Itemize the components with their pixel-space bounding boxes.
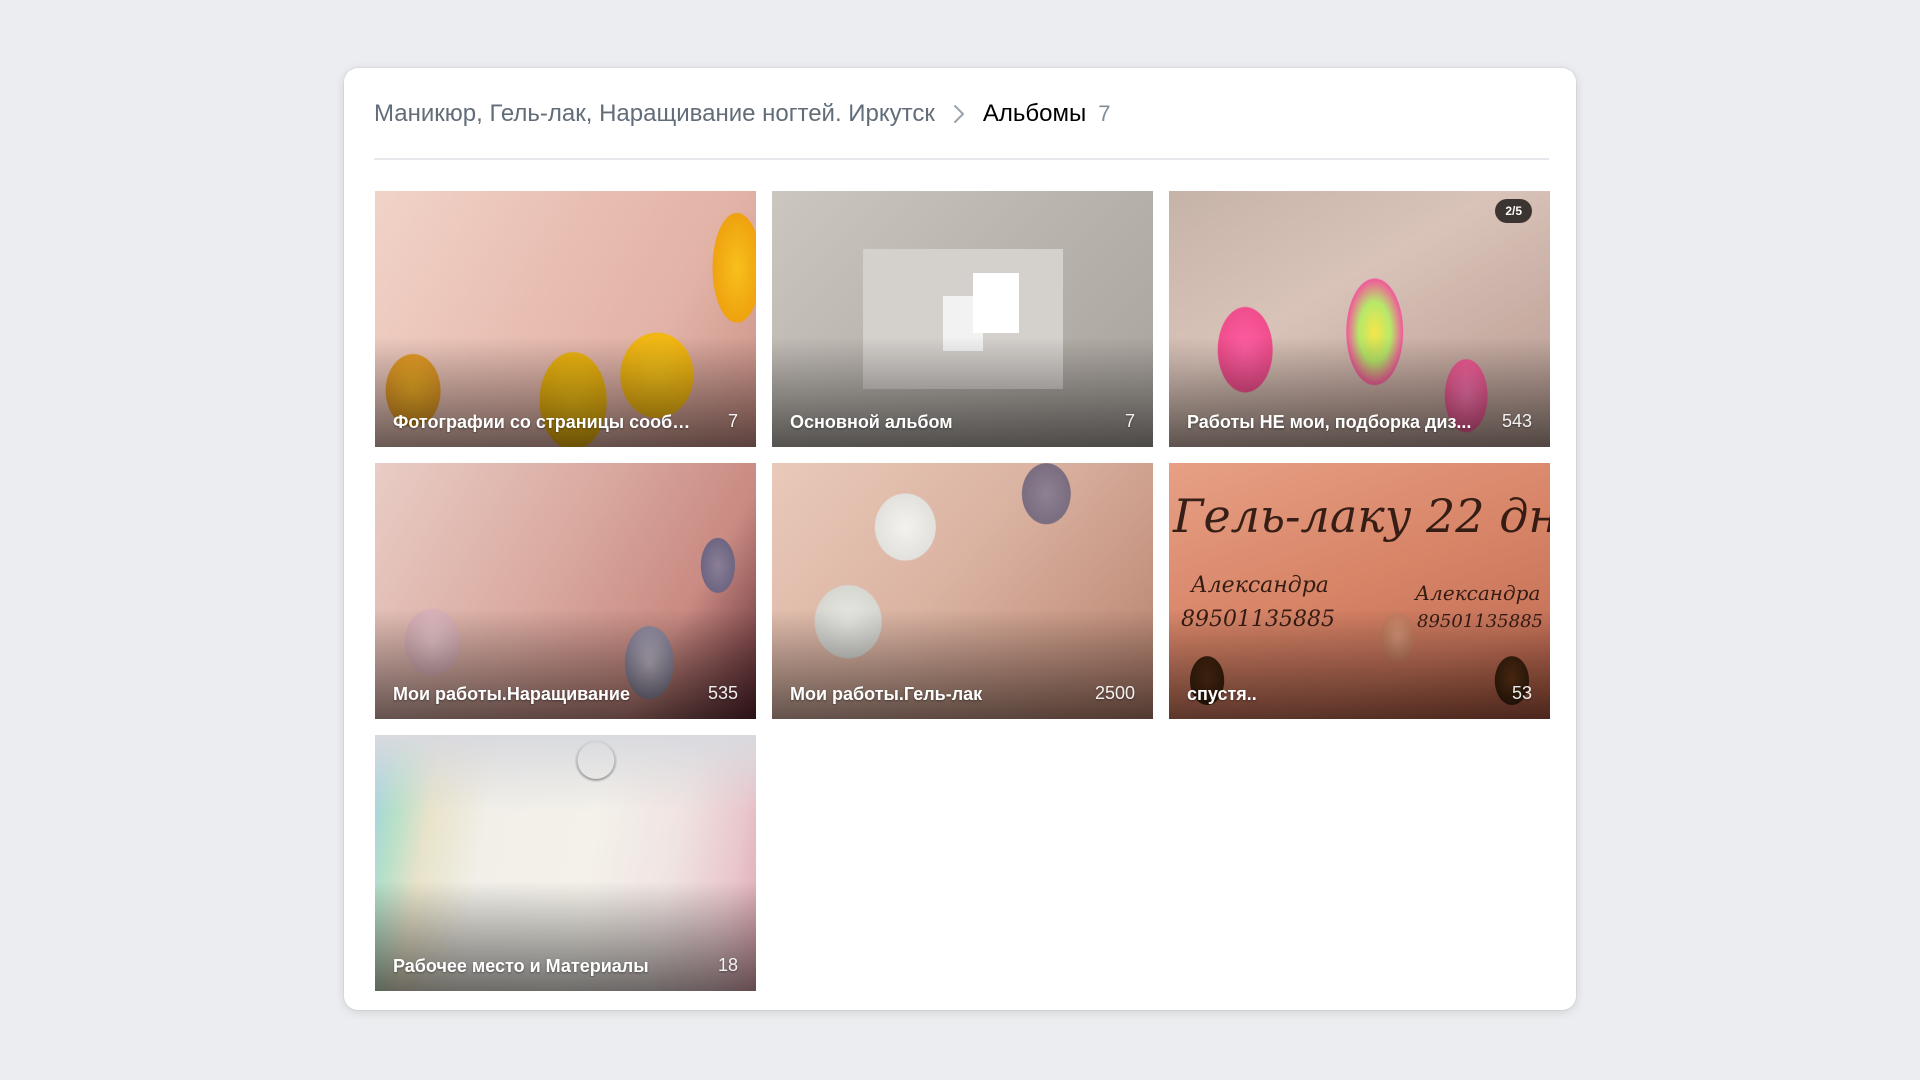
cover-script-name: Александра (1191, 573, 1329, 598)
cover-script-name: Александра (1415, 581, 1541, 605)
album-tile[interactable]: Мои работы.Гель-лак 2500 (772, 463, 1153, 719)
album-count: 53 (1511, 683, 1532, 703)
album-title: Работы НЕ мои, подборка диз... (1187, 412, 1472, 432)
albums-header: Маникюр, Гель-лак, Наращивание ногтей. И… (374, 68, 1549, 160)
album-count: 535 (707, 683, 738, 703)
albums-card: Маникюр, Гель-лак, Наращивание ногтей. И… (344, 68, 1576, 1010)
breadcrumb-current: Альбомы (982, 100, 1087, 127)
album-title: спустя.. (1187, 684, 1257, 704)
album-tile[interactable]: Основной альбом 7 (772, 191, 1153, 447)
album-title: Фотографии со страницы сообщ... (393, 412, 693, 432)
album-tile[interactable]: 2/5 Работы НЕ мои, подборка диз... 543 (1169, 191, 1550, 447)
breadcrumb-group-link[interactable]: Маникюр, Гель-лак, Наращивание ногтей. И… (374, 100, 935, 128)
album-tile[interactable]: Гель-лаку 22 дня Александра Александра 8… (1169, 463, 1550, 719)
albums-grid: Фотографии со страницы сообщ... 7 Основн… (375, 191, 1550, 991)
album-tile[interactable]: Фотографии со страницы сообщ... 7 (375, 191, 756, 447)
album-tile[interactable]: Мои работы.Наращивание 535 (375, 463, 756, 719)
photo-position-badge: 2/5 (1495, 199, 1532, 223)
albums-count: 7 (1098, 101, 1111, 126)
album-count: 7 (727, 411, 738, 431)
album-title: Рабочее место и Материалы (393, 956, 649, 976)
album-title: Мои работы.Гель-лак (790, 684, 983, 704)
cover-script-line: Гель-лаку 22 дня (1173, 489, 1550, 543)
chevron-right-icon (947, 102, 971, 126)
album-tile[interactable]: Рабочее место и Материалы 18 (375, 735, 756, 991)
album-count: 2500 (1094, 683, 1135, 703)
album-count: 7 (1124, 411, 1135, 431)
album-count: 543 (1501, 411, 1532, 431)
album-count: 18 (717, 955, 738, 975)
album-title: Основной альбом (790, 412, 953, 432)
album-title: Мои работы.Наращивание (393, 684, 630, 704)
